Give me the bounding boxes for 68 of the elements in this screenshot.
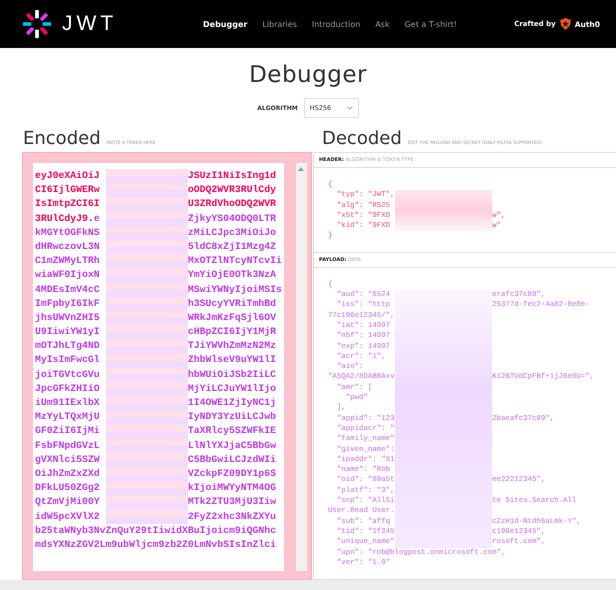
token-text: kIjoiMWYyNTM4OG [188, 481, 276, 496]
token-text: hbWUiOiJSb2IiLC [188, 368, 276, 382]
nav-link[interactable]: Ask [375, 20, 390, 28]
token-text: b25taWNyb3NvZnQuY29tIiwidXBuIjoicm9iQGNhc [35, 524, 276, 538]
token-text: mdsYXNzZGV2Lm9ubWljcm9zb2Z0LmNvbSIsInZlci [35, 538, 276, 552]
nav-link[interactable]: Introduction [312, 20, 360, 28]
scroll-up-icon[interactable] [298, 167, 304, 171]
token-text: JSUzI1NiIsIng1d [188, 169, 276, 183]
token-text: GF0ZiI6IjMi [35, 424, 101, 438]
token-text: jhsUWVnZHI5 [35, 310, 101, 325]
token-text: MSwiYWNyIjoiMSIs [188, 282, 282, 296]
token-text: dHRwczovL3N [35, 240, 101, 254]
token-text: JpcGFkZHIiO [35, 382, 101, 396]
token-text: C1mZWMyLTRh [35, 254, 101, 268]
token-text: OiJhZmZxZXd [35, 466, 101, 481]
token-text: MzYyLTQxMjU [35, 410, 101, 424]
nav-link[interactable]: Libraries [262, 20, 297, 28]
token-text: MjYiLCJuYW1lIjo [188, 382, 276, 396]
token-text: YmYiOjE0OTk3NzA [188, 268, 276, 282]
token-text: IsImtpZCI6I [35, 197, 101, 212]
token-text: eyJ0eXAiOiJ [35, 169, 101, 183]
token-text: ZjkyYS04ODQ0LTR [188, 212, 276, 226]
token-text: idW5pcXVlX2 [35, 510, 101, 524]
token-text: 3RUlCdyJ9.e [35, 212, 101, 226]
nav-link[interactable]: Debugger [203, 20, 248, 28]
token-text: mOTJhLTg4ND [35, 339, 101, 354]
token-text: TJiYWVhZmMzN2Mz [188, 339, 276, 354]
token-text: MTk2ZTU3MjU3Iiw [188, 495, 276, 510]
token-text: ZhbWlseV9uYW1lI [188, 353, 276, 368]
token-text: TaXRlcy5SZWFkIE [188, 424, 276, 438]
token-text: h3SUcyYVRiTmhBd [188, 296, 276, 311]
token-text: kMGYtOGFkNS [35, 226, 101, 240]
shield-star-icon[interactable] [560, 18, 571, 30]
page-title: Debugger [248, 62, 368, 88]
token-text: DFkLU50ZGg2 [35, 481, 101, 496]
token-text: 2FyZ2xhc3NkZXYu [188, 510, 276, 524]
vertical-scrollbar[interactable] [296, 163, 307, 571]
encoded-heading: Encoded [23, 128, 101, 149]
token-text: cHBpZCI6IjY1MjR [188, 325, 276, 340]
token-text: ImFpbyI6IkF [35, 296, 101, 311]
token-text: LlNlYXJjaC5BbGw [188, 438, 276, 453]
chevron-down-icon [346, 106, 353, 110]
token-input-field[interactable] [33, 163, 284, 571]
token-text: U9IiwiYW1yI [35, 325, 101, 340]
token-text: 4MDEsImV4cC [35, 282, 101, 296]
token-text: zMiLCJpc3MiOiJo [188, 226, 276, 240]
token-text: FsbFNpdGVzL [35, 438, 101, 453]
token-text: WRkJmKzFqSjl6OV [188, 310, 276, 325]
token-text: CI6IjlGWERw [35, 183, 101, 198]
horizontal-scrollbar[interactable] [0, 580, 616, 590]
asterisk-logo-icon [22, 9, 52, 39]
token-text: U3ZRdVhoODQ2WVR [188, 197, 276, 212]
nav-link[interactable]: Get a T-shirt! [404, 20, 457, 28]
token-text: QtZmVjMi00Y [35, 495, 101, 510]
logo-wordmark: JWT [62, 12, 118, 36]
token-text: MxOTZlNTcyNTcvIi [188, 254, 282, 268]
decoded-heading: Decoded [322, 128, 402, 149]
token-text: iUm91IExlbX [35, 396, 101, 410]
token-text: 1I4OWE1ZjIyNC1j [188, 396, 276, 410]
token-text: gVXNlci5SZW [35, 452, 101, 467]
token-text: IyNDY3YzUiLCJwb [188, 410, 276, 424]
token-text: 5ldC8xZjI1Mzg4Z [188, 240, 276, 254]
token-text: MyIsImFwcGl [35, 353, 101, 368]
token-text: VZckpFZ09DY1p6S [188, 466, 276, 481]
token-text: oODQ2WVR3RUlCdy [188, 183, 276, 198]
token-text: wiaWF0IjoxN [35, 268, 101, 282]
token-text: joiTGVtcGVu [35, 368, 101, 382]
token-text: C5BbGwiLCJzdWIi [188, 452, 276, 467]
